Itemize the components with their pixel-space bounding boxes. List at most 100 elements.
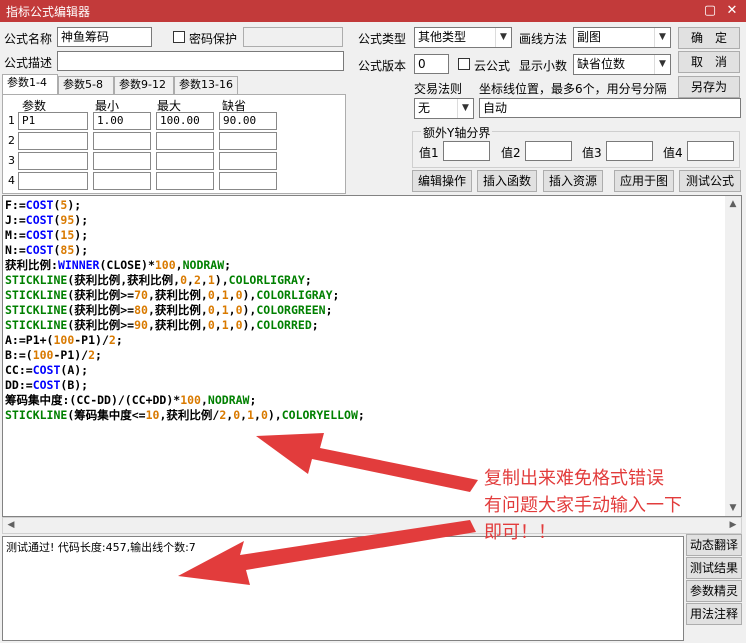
vertical-scrollbar[interactable]: ▲ ▼ bbox=[725, 196, 741, 516]
code-line: N:=COST(85); bbox=[5, 243, 365, 258]
y-value-2-input[interactable] bbox=[525, 141, 572, 161]
scroll-up-icon[interactable]: ▲ bbox=[725, 196, 741, 212]
code-token-func: COST bbox=[32, 378, 61, 392]
annotation-line-1: 复制出来难免格式错误 bbox=[484, 468, 664, 489]
tab-params-5-8[interactable]: 参数5-8 bbox=[58, 76, 114, 94]
usage-notes-button[interactable]: 用法注释 bbox=[686, 603, 742, 625]
cancel-button[interactable]: 取 消 bbox=[678, 51, 740, 73]
code-token-number: 0 bbox=[207, 288, 215, 302]
code-token-ident: , bbox=[214, 318, 222, 332]
code-token-ident: ,获利比例, bbox=[147, 318, 208, 332]
param-3-name[interactable] bbox=[18, 152, 88, 170]
coord-label: 坐标线位置，最多6个，用分号分隔 bbox=[479, 82, 667, 96]
test-result-button[interactable]: 测试结果 bbox=[686, 557, 742, 579]
coord-input[interactable]: 自动 bbox=[479, 98, 741, 118]
code-token-func: COST bbox=[25, 213, 54, 227]
param-4-default[interactable] bbox=[219, 172, 277, 190]
param-1-min[interactable]: 1.00 bbox=[93, 112, 151, 130]
code-token-number: 15 bbox=[60, 228, 75, 242]
apply-to-chart-button[interactable]: 应用于图 bbox=[614, 170, 674, 192]
params-grid: 参数 最小 最大 缺省 1 P1 1.00 100.00 90.00 2 3 4 bbox=[2, 94, 346, 194]
param-3-max[interactable] bbox=[156, 152, 214, 170]
code-token-ident: , bbox=[228, 288, 236, 302]
code-token-number: 100 bbox=[32, 348, 54, 362]
formula-type-select[interactable]: 其他类型 ▼ bbox=[414, 27, 512, 48]
dynamic-translate-button[interactable]: 动态翻译 bbox=[686, 534, 742, 556]
password-checkbox[interactable] bbox=[173, 31, 185, 43]
code-token-ident: ; bbox=[224, 258, 232, 272]
param-4-min[interactable] bbox=[93, 172, 151, 190]
insert-resource-button[interactable]: 插入资源 bbox=[543, 170, 603, 192]
tab-params-9-12[interactable]: 参数9-12 bbox=[114, 76, 174, 94]
code-token-number: 0 bbox=[180, 273, 188, 287]
chevron-down-icon: ▼ bbox=[495, 28, 511, 47]
param-3-min[interactable] bbox=[93, 152, 151, 170]
tab-params-1-4[interactable]: 参数1-4 bbox=[2, 74, 58, 94]
code-token-ident: (B); bbox=[60, 378, 89, 392]
code-token-number: 0 bbox=[207, 318, 215, 332]
code-line: M:=COST(15); bbox=[5, 228, 365, 243]
password-input[interactable] bbox=[243, 27, 343, 47]
param-1-max[interactable]: 100.00 bbox=[156, 112, 214, 130]
code-token-ident: ); bbox=[74, 213, 89, 227]
y-value-3-input[interactable] bbox=[606, 141, 653, 161]
code-line: STICKLINE(获利比例>=90,获利比例,0,1,0),COLORRED; bbox=[5, 318, 365, 333]
cloud-formula-checkbox[interactable] bbox=[458, 58, 470, 70]
code-token-ident: (获利比例>= bbox=[67, 288, 135, 302]
code-token-ident: , bbox=[200, 273, 208, 287]
param-3-default[interactable] bbox=[219, 152, 277, 170]
formula-version-input[interactable]: 0 bbox=[414, 54, 449, 74]
param-2-min[interactable] bbox=[93, 132, 151, 150]
y-value-2-label: 值2 bbox=[501, 146, 521, 160]
param-wizard-button[interactable]: 参数精灵 bbox=[686, 580, 742, 602]
formula-desc-label: 公式描述 bbox=[4, 56, 53, 70]
trade-rule-value: 无 bbox=[418, 101, 431, 115]
save-as-button[interactable]: 另存为 bbox=[678, 76, 740, 98]
code-token-ident: (获利比例>= bbox=[67, 303, 135, 317]
param-2-name[interactable] bbox=[18, 132, 88, 150]
scroll-down-icon[interactable]: ▼ bbox=[725, 500, 741, 516]
test-output-panel: 测试通过! 代码长度:457,输出线个数:7 bbox=[2, 536, 684, 641]
param-4-max[interactable] bbox=[156, 172, 214, 190]
formula-name-input[interactable]: 神鱼筹码 bbox=[57, 27, 152, 47]
draw-method-select[interactable]: 副图 ▼ bbox=[573, 27, 671, 48]
code-line: STICKLINE(筹码集中度<=10,获利比例/2,0,1,0),COLORY… bbox=[5, 408, 365, 423]
test-formula-button[interactable]: 测试公式 bbox=[679, 170, 741, 192]
scroll-left-icon[interactable]: ◀ bbox=[3, 518, 19, 533]
param-2-max[interactable] bbox=[156, 132, 214, 150]
param-1-default[interactable]: 90.00 bbox=[219, 112, 277, 130]
code-token-ident: ; bbox=[357, 408, 365, 422]
scroll-right-icon[interactable]: ▶ bbox=[725, 518, 741, 533]
code-token-ident: , bbox=[228, 303, 236, 317]
close-icon[interactable]: ✕ bbox=[722, 2, 742, 20]
code-token-func: WINNER bbox=[57, 258, 100, 272]
code-token-ident: ,获利比例, bbox=[147, 288, 208, 302]
code-token-number: 100 bbox=[53, 333, 75, 347]
param-4-name[interactable] bbox=[18, 172, 88, 190]
code-token-ident: ; bbox=[332, 288, 340, 302]
param-1-name[interactable]: P1 bbox=[18, 112, 88, 130]
y-value-4-input[interactable] bbox=[687, 141, 734, 161]
code-token-number: 1 bbox=[207, 273, 215, 287]
decimal-select[interactable]: 缺省位数 ▼ bbox=[573, 54, 671, 75]
code-token-ident: , bbox=[214, 288, 222, 302]
y-value-1-input[interactable] bbox=[443, 141, 490, 161]
y-axis-group-title: 额外Y轴分界 bbox=[421, 124, 493, 141]
trade-rule-select[interactable]: 无 ▼ bbox=[414, 98, 474, 119]
ok-button[interactable]: 确 定 bbox=[678, 27, 740, 49]
param-2-default[interactable] bbox=[219, 132, 277, 150]
code-token-number: 100 bbox=[180, 393, 201, 407]
code-token-number: 1 bbox=[221, 303, 229, 317]
insert-function-button[interactable]: 插入函数 bbox=[477, 170, 537, 192]
trade-rule-label: 交易法则 bbox=[414, 82, 463, 96]
code-token-ident: ; bbox=[304, 273, 312, 287]
restore-icon[interactable]: ▢ bbox=[700, 2, 720, 20]
tab-params-13-16[interactable]: 参数13-16 bbox=[174, 76, 238, 94]
annotation-line-3: 即可！！ bbox=[484, 522, 556, 543]
formula-type-value: 其他类型 bbox=[418, 30, 467, 44]
annotation-line-2: 有问题大家手动输入一下 bbox=[484, 495, 682, 516]
edit-ops-button[interactable]: 编辑操作 bbox=[412, 170, 472, 192]
draw-method-label: 画线方法 bbox=[519, 32, 568, 46]
code-line: F:=COST(5); bbox=[5, 198, 365, 213]
formula-desc-input[interactable] bbox=[57, 51, 344, 71]
